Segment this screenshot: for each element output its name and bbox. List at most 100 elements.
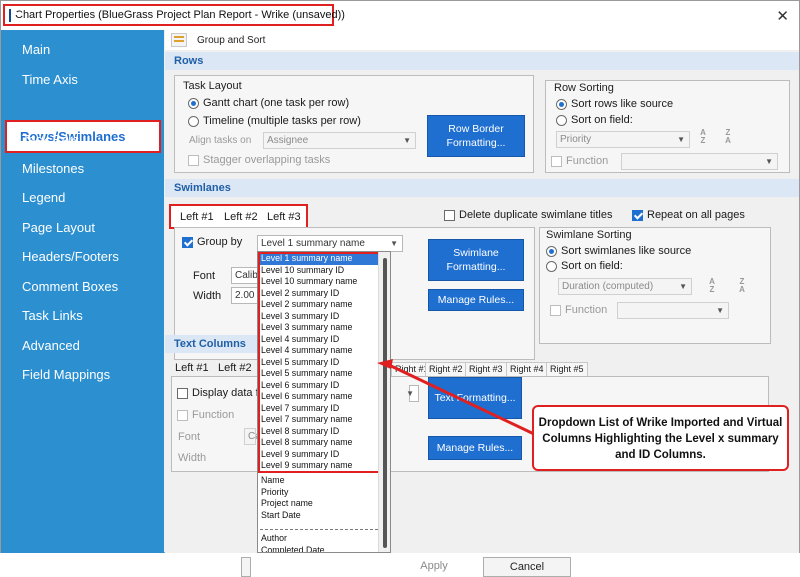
display-data-checkbox[interactable]: Display data fo bbox=[177, 387, 265, 399]
tc-tab-left-2[interactable]: Left #2 bbox=[218, 362, 252, 374]
sort-ascending-icon[interactable]: AZ bbox=[705, 278, 719, 294]
swimlane-function-select[interactable]: ▼ bbox=[617, 302, 729, 319]
sidebar-item-time-axis[interactable]: Time Axis bbox=[1, 66, 164, 94]
sidebar-item-advanced[interactable]: Advanced bbox=[1, 332, 164, 360]
dropdown-option[interactable]: Project name bbox=[259, 498, 379, 510]
sort-rows-like-source-radio[interactable]: Sort rows like source bbox=[556, 98, 673, 110]
title-bar: Chart Properties (BlueGrass Project Plan… bbox=[1, 1, 799, 30]
dropdown-option[interactable]: Completed Date bbox=[259, 545, 379, 553]
sidebar-item-task-bars[interactable]: Task Bars bbox=[1, 126, 164, 154]
sidebar-item-task-links[interactable]: Task Links bbox=[1, 302, 164, 330]
sort-on-field-dot[interactable] bbox=[556, 114, 567, 126]
sort-on-field-radio[interactable]: Sort on field: bbox=[556, 114, 633, 126]
task-layout-title: Task Layout bbox=[181, 80, 244, 92]
swimlane-sorting-title: Swimlane Sorting bbox=[544, 229, 634, 241]
timeline-radio-dot[interactable] bbox=[188, 115, 199, 127]
group-by-checkbox[interactable]: Group by bbox=[182, 236, 242, 248]
ok-button[interactable] bbox=[241, 557, 251, 577]
tc-function-checkbox[interactable]: Function bbox=[177, 409, 234, 421]
swimlane-tabs-highlight: Left #1 Left #2 Left #3 bbox=[169, 204, 308, 229]
tab-left-1[interactable]: Left #1 bbox=[180, 211, 214, 223]
align-tasks-value: Assignee bbox=[267, 135, 309, 146]
tc-tab-left-1[interactable]: Left #1 bbox=[175, 362, 209, 374]
delete-duplicate-checkbox[interactable]: Delete duplicate swimlane titles bbox=[444, 209, 612, 221]
tab-left-2[interactable]: Left #2 bbox=[224, 211, 258, 223]
display-data-box[interactable] bbox=[177, 387, 188, 399]
swimlane-sort-field-value: Duration (computed) bbox=[562, 281, 654, 292]
tab-left-3[interactable]: Left #3 bbox=[267, 211, 301, 223]
group-by-dropdown-list[interactable]: Level 1 summary name Level 10 summary ID… bbox=[257, 251, 391, 553]
delete-duplicate-box[interactable] bbox=[444, 209, 455, 221]
dropdown-option[interactable]: Name bbox=[259, 475, 379, 487]
repeat-all-pages-checkbox[interactable]: Repeat on all pages bbox=[632, 209, 745, 221]
group-sort-toolbar: Group and Sort bbox=[165, 30, 799, 50]
scrollbar-thumb[interactable] bbox=[383, 258, 387, 548]
tc-font-select[interactable]: Ca bbox=[244, 428, 261, 445]
apply-button[interactable]: Apply bbox=[391, 557, 477, 577]
sidebar-item-comment-boxes[interactable]: Comment Boxes bbox=[1, 273, 164, 301]
tc-function-label: Function bbox=[192, 409, 235, 421]
group-by-box[interactable] bbox=[182, 236, 193, 248]
sort-ascending-icon[interactable]: AZ bbox=[696, 129, 710, 145]
sidebar-item-milestones[interactable]: Milestones bbox=[1, 155, 164, 183]
dropdown-option[interactable]: Author bbox=[259, 533, 379, 545]
swimlane-function-checkbox[interactable]: Function bbox=[550, 304, 607, 316]
cancel-button[interactable]: Cancel bbox=[483, 557, 571, 577]
swimlane-function-box[interactable] bbox=[550, 304, 561, 316]
tc-function-box[interactable] bbox=[177, 409, 188, 421]
swimlane-sort-on-field-radio[interactable]: Sort on field: bbox=[546, 260, 623, 272]
sidebar-item-page-layout[interactable]: Page Layout bbox=[1, 214, 164, 242]
width-value: 2.00 bbox=[235, 290, 255, 301]
display-data-select[interactable]: ▼ bbox=[406, 385, 419, 402]
row-border-formatting-button[interactable]: Row Border Formatting... bbox=[427, 115, 525, 157]
row-sort-field-select[interactable]: Priority ▼ bbox=[556, 131, 690, 148]
sidebar-item-headers-footers[interactable]: Headers/Footers bbox=[1, 243, 164, 271]
tc-tab-right-3[interactable]: Right #3 bbox=[465, 362, 507, 376]
content-area: Group and Sort Rows Task Layout Gantt ch… bbox=[165, 30, 799, 577]
row-function-box[interactable] bbox=[551, 155, 562, 167]
stagger-checkbox-label: Stagger overlapping tasks bbox=[203, 154, 331, 166]
timeline-radio[interactable]: Timeline (multiple tasks per row) bbox=[188, 115, 361, 127]
stagger-checkbox[interactable]: Stagger overlapping tasks bbox=[188, 154, 330, 166]
swimlane-sort-field-select[interactable]: Duration (computed) ▼ bbox=[558, 278, 692, 295]
sidebar-item-field-mappings[interactable]: Field Mappings bbox=[1, 361, 164, 389]
group-sort-icon[interactable] bbox=[171, 33, 187, 47]
gantt-chart-radio[interactable]: Gantt chart (one task per row) bbox=[188, 97, 349, 109]
text-formatting-button[interactable]: Text Formatting... bbox=[428, 377, 522, 419]
swimlane-like-source-dot[interactable] bbox=[546, 245, 557, 257]
gantt-radio-dot[interactable] bbox=[188, 97, 199, 109]
sort-descending-icon[interactable]: ZA bbox=[721, 129, 735, 145]
dropdown-scrollbar[interactable] bbox=[378, 252, 390, 552]
tc-tab-right-5[interactable]: Right #5 bbox=[546, 362, 588, 376]
tc-manage-rules-button[interactable]: Manage Rules... bbox=[428, 436, 522, 460]
chart-properties-dialog: Chart Properties (BlueGrass Project Plan… bbox=[0, 0, 800, 577]
sidebar-item-legend[interactable]: Legend bbox=[1, 184, 164, 212]
group-sort-label[interactable]: Group and Sort bbox=[197, 35, 265, 46]
tc-tab-right-2[interactable]: Right #2 bbox=[425, 362, 467, 376]
sort-swimlanes-like-source-radio[interactable]: Sort swimlanes like source bbox=[546, 245, 691, 257]
swimlane-sort-field-dot[interactable] bbox=[546, 260, 557, 272]
tc-tab-right-4[interactable]: Right #4 bbox=[506, 362, 548, 376]
repeat-all-pages-label: Repeat on all pages bbox=[647, 209, 745, 221]
group-by-select[interactable]: Level 1 summary name ▼ bbox=[257, 235, 403, 252]
swimlane-function-label: Function bbox=[565, 304, 608, 316]
row-sorting-title: Row Sorting bbox=[552, 82, 616, 94]
delete-duplicate-label: Delete duplicate swimlane titles bbox=[459, 209, 613, 221]
stagger-checkbox-box[interactable] bbox=[188, 154, 199, 166]
chevron-down-icon: ▼ bbox=[679, 282, 687, 291]
sidebar-item-main[interactable]: Main bbox=[1, 36, 164, 64]
align-tasks-select[interactable]: Assignee ▼ bbox=[263, 132, 416, 149]
repeat-all-pages-box[interactable] bbox=[632, 209, 643, 221]
dropdown-option[interactable]: Start Date bbox=[259, 510, 379, 522]
row-function-select[interactable]: ▼ bbox=[621, 153, 778, 170]
row-function-checkbox[interactable]: Function bbox=[551, 155, 608, 167]
sort-descending-icon[interactable]: ZA bbox=[735, 278, 749, 294]
dropdown-option[interactable]: Priority bbox=[259, 487, 379, 499]
close-icon[interactable]: ✕ bbox=[776, 7, 789, 25]
swimlane-formatting-button[interactable]: Swimlane Formatting... bbox=[428, 239, 524, 281]
swimlane-manage-rules-button[interactable]: Manage Rules... bbox=[428, 289, 524, 311]
sort-like-source-dot[interactable] bbox=[556, 98, 567, 110]
sort-like-source-label: Sort rows like source bbox=[571, 98, 674, 110]
app-icon bbox=[9, 8, 17, 22]
sidebar: Main Time Axis Rows/Swimlanes Task Bars … bbox=[1, 30, 164, 553]
